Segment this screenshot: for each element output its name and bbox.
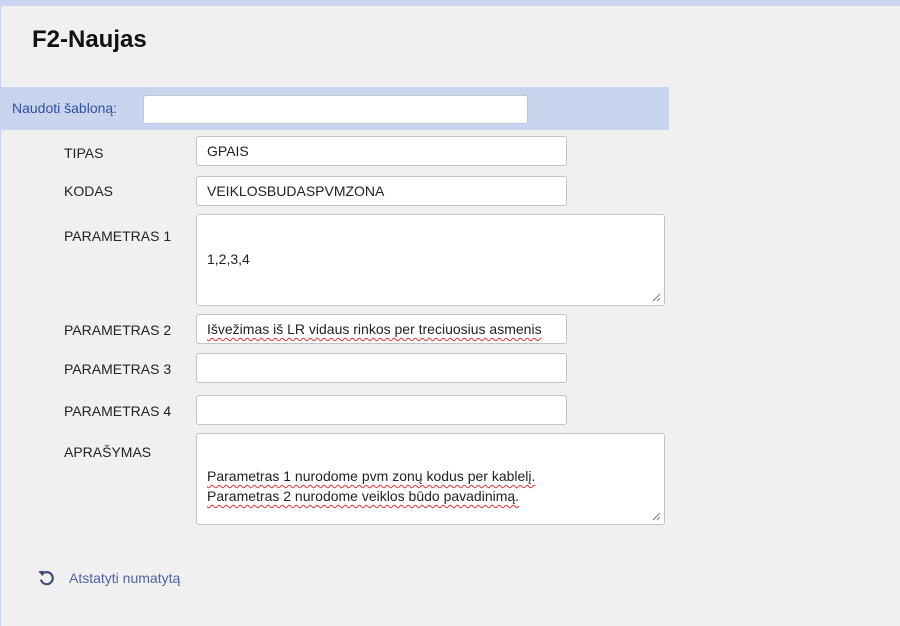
parametras-3-input[interactable] [196,353,567,383]
resize-grip-icon[interactable] [652,512,661,521]
parametras-2-label: PARAMETRAS 2 [64,322,172,338]
undo-icon [38,570,54,586]
parametras-4-input[interactable] [196,395,567,425]
resize-grip-icon[interactable] [652,293,661,302]
parametras-3-label: PARAMETRAS 3 [64,361,172,377]
parametras-2-value: Išvežimas iš LR vidaus rinkos per treciu… [207,321,542,337]
template-input[interactable] [143,95,528,124]
tipas-input[interactable]: GPAIS [196,136,567,166]
parametras-1-textarea[interactable]: 1,2,3,4 [196,214,665,306]
template-label: Naudoti šabloną: [12,100,118,116]
reset-default-button[interactable]: Atstatyti numatytą [36,568,180,588]
tipas-label: TIPAS [64,145,104,161]
top-accent-strip [0,0,900,6]
parametras-1-value: 1,2,3,4 [207,251,250,267]
reset-default-label: Atstatyti numatytą [69,570,181,586]
aprasymas-textarea[interactable]: Parametras 1 nurodome pvm zonų kodus per… [196,433,665,525]
page-title: F2-Naujas [32,26,147,53]
parametras-2-input[interactable]: Išvežimas iš LR vidaus rinkos per treciu… [196,314,567,344]
kodas-input[interactable]: VEIKLOSBUDASPVMZONA [196,176,567,206]
parametras-4-label: PARAMETRAS 4 [64,403,172,419]
parametras-1-label: PARAMETRAS 1 [64,228,172,244]
aprasymas-value: Parametras 1 nurodome pvm zonų kodus per… [207,468,536,504]
kodas-label: KODAS [64,183,114,199]
aprasymas-label: APRAŠYMAS [64,444,152,460]
